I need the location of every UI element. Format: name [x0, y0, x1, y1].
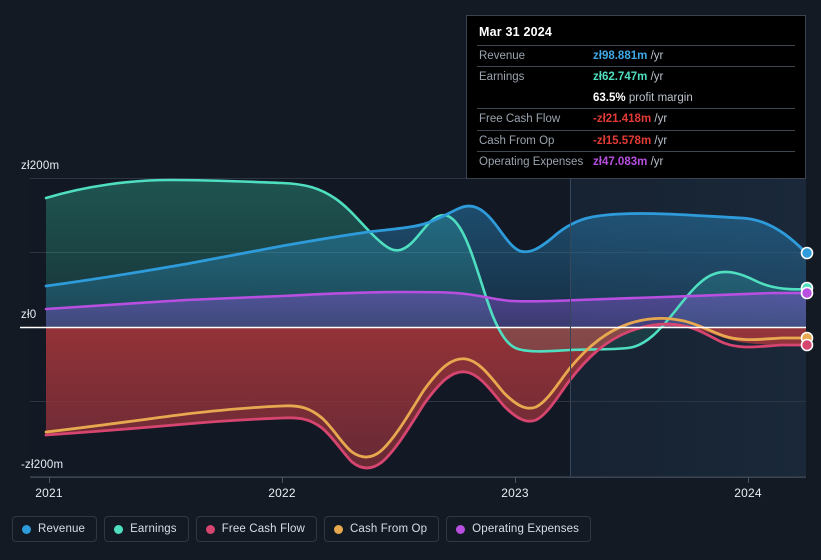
legend-label-operating-expenses: Operating Expenses [472, 523, 580, 535]
tooltip-value-operating-expenses: zł47.083m /yr [591, 151, 795, 172]
tooltip-row-revenue: Revenue zł98.881m /yr [477, 45, 795, 67]
legend-item-cash-from-op[interactable]: Cash From Op [323, 516, 440, 542]
tooltip-unit-free-cash-flow: /yr [654, 113, 668, 126]
legend-item-operating-expenses[interactable]: Operating Expenses [446, 516, 592, 542]
earnings-color-dot-icon [114, 524, 124, 534]
x-axis-label-2022: 2022 [268, 486, 296, 500]
tooltip-label-free-cash-flow: Free Cash Flow [479, 113, 561, 126]
tooltip-row-earnings: Earnings zł62.747m /yr [477, 66, 795, 88]
legend-label-free-cash-flow: Free Cash Flow [221, 523, 305, 535]
tooltip-table: Revenue zł98.881m /yr Earnings zł62.747m… [477, 45, 795, 172]
chart-page: zł200m zł0 -zł200m 2021 2022 2023 2024 M… [0, 0, 821, 560]
legend-item-free-cash-flow[interactable]: Free Cash Flow [195, 516, 317, 542]
legend-label-revenue: Revenue [38, 523, 86, 535]
tooltip-amount-free-cash-flow: -zł21.418m [593, 113, 652, 126]
tooltip-amount-earnings: zł62.747m [593, 71, 648, 84]
free-cash-flow-endpoint-marker [800, 338, 814, 352]
chart-legend: Revenue Earnings Free Cash Flow Cash Fro… [12, 516, 592, 542]
y-axis-label-0: zł0 [21, 309, 37, 321]
revenue-endpoint-marker [800, 246, 814, 260]
free-cash-flow-color-dot-icon [205, 524, 215, 534]
tooltip-unit-earnings: /yr [650, 71, 664, 84]
tooltip-row-free-cash-flow: Free Cash Flow -zł21.418m /yr [477, 108, 795, 130]
tooltip-title: Mar 31 2024 [479, 25, 553, 39]
tooltip-amount-operating-expenses: zł47.083m [593, 155, 648, 168]
legend-item-earnings[interactable]: Earnings [104, 516, 189, 542]
y-axis-label-neg200m: -zł200m [21, 459, 64, 471]
operating-expenses-endpoint-marker [800, 286, 814, 300]
x-axis-label-2024: 2024 [734, 486, 762, 500]
tooltip-unit-profit-margin: profit margin [628, 91, 693, 104]
revenue-color-dot-icon [22, 524, 31, 534]
tooltip-label-profit-margin [477, 88, 591, 109]
tooltip-unit-cash-from-op: /yr [654, 134, 668, 147]
tooltip-row-operating-expenses: Operating Expenses zł47.083m /yr [477, 151, 795, 172]
operating-expenses-color-dot-icon [456, 524, 466, 534]
cash-from-op-color-dot-icon [333, 524, 343, 534]
tooltip-label-revenue: Revenue [479, 50, 526, 62]
legend-item-revenue[interactable]: Revenue [12, 516, 98, 542]
tooltip-value-revenue: zł98.881m /yr [591, 46, 795, 67]
tooltip-label-operating-expenses: Operating Expenses [479, 155, 584, 168]
tooltip-label-cash-from-op: Cash From Op [479, 134, 555, 147]
tooltip-value-earnings: zł62.747m /yr [591, 67, 795, 88]
legend-label-cash-from-op: Cash From Op [349, 523, 428, 535]
tooltip-value-free-cash-flow: -zł21.418m /yr [591, 109, 795, 130]
x-axis-label-2023: 2023 [501, 486, 529, 500]
tooltip-row-cash-from-op: Cash From Op -zł15.578m /yr [477, 130, 795, 151]
legend-label-earnings: Earnings [130, 523, 177, 535]
tooltip-amount-cash-from-op: -zł15.578m [593, 134, 652, 147]
tooltip-value-cash-from-op: -zł15.578m /yr [591, 130, 795, 151]
tooltip-amount-revenue: zł98.881m [593, 50, 648, 62]
x-axis-label-2021: 2021 [35, 486, 63, 500]
tooltip-amount-profit-margin: 63.5% [593, 91, 626, 104]
tooltip-value-profit-margin: 63.5% profit margin [591, 88, 795, 109]
tooltip-label-earnings: Earnings [479, 71, 525, 84]
tooltip-row-profit-margin: 63.5% profit margin [477, 88, 795, 109]
tooltip-unit-operating-expenses: /yr [650, 155, 664, 168]
chart-tooltip: Mar 31 2024 Revenue zł98.881m /yr Earnin… [466, 15, 806, 180]
tooltip-unit-revenue: /yr [650, 50, 664, 62]
y-axis-label-200m: zł200m [21, 160, 60, 172]
